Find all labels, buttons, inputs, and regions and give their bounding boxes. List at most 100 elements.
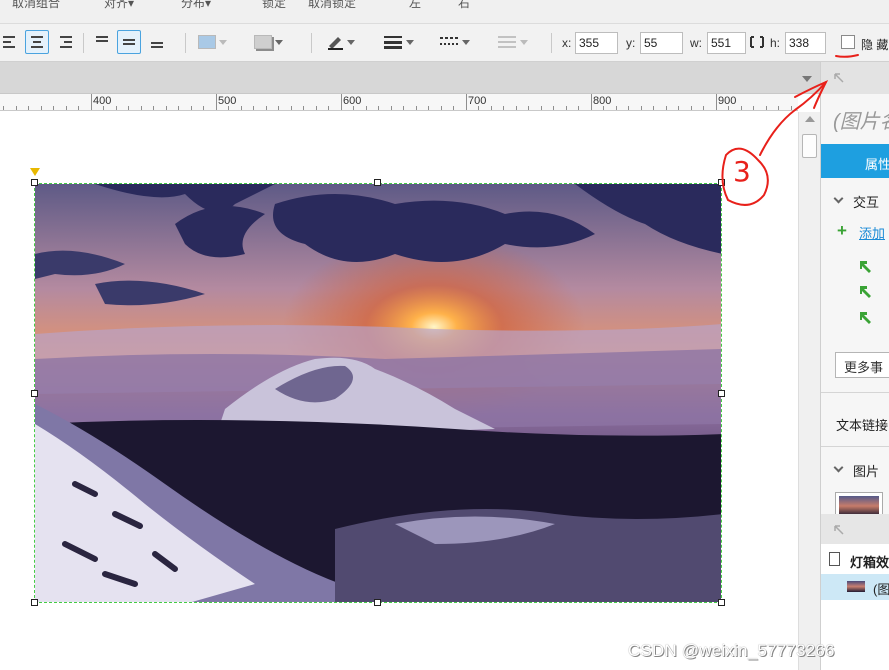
ruler-tick [65,106,67,110]
valign-middle-button[interactable] [117,30,141,54]
divider [821,446,889,447]
ruler-tick [90,94,92,110]
ruler-tick [765,106,767,110]
resize-handle-ne[interactable] [718,179,725,186]
resize-handle-n[interactable] [374,179,381,186]
menu-item-unlock[interactable]: 取消锁定 [308,0,356,11]
toolbar-divider [311,33,312,53]
ruler-tick [753,106,754,110]
add-icon[interactable]: + [837,221,847,241]
line-color-dropdown[interactable] [326,31,355,53]
menu-item-left[interactable]: 左 [409,0,421,11]
outline-page-name[interactable]: 灯箱效 [850,552,889,571]
mouse-enter-event-icon[interactable] [859,285,873,298]
collapse-arrow-icon[interactable] [833,72,845,84]
tab-properties-label: 属性 [865,157,889,172]
valign-top-button[interactable] [90,30,114,54]
tab-list-chevron-icon[interactable] [802,76,812,82]
align-right-button[interactable] [53,30,77,54]
fill-color-dropdown[interactable] [198,31,227,53]
chevron-down-icon[interactable] [833,462,844,473]
ruler-tick [665,106,667,110]
align-center-icon [30,36,44,48]
ruler-tick [265,106,267,110]
menu-item-lock[interactable]: 锁定 [262,0,286,11]
line-style-dropdown[interactable] [439,31,470,53]
ruler-tick [178,106,179,110]
resize-handle-nw[interactable] [31,179,38,186]
menu-item-distribute[interactable]: 分布▾ [181,0,211,11]
line-width-dropdown[interactable] [383,31,414,53]
collapse-arrow-icon[interactable] [833,524,845,536]
ruler-tick [190,106,192,110]
align-left-icon [3,36,17,48]
chevron-down-icon [275,39,283,45]
resize-handle-sw[interactable] [31,599,38,606]
menu-item-align[interactable]: 对齐▾ [104,0,134,11]
x-input[interactable] [575,32,618,54]
text-link-label[interactable]: 文本链接 [836,415,888,434]
ruler-tick [440,106,442,110]
ruler-tick [390,106,392,110]
canvas-vertical-scrollbar[interactable] [798,112,820,670]
align-center-button[interactable] [25,30,49,54]
ruler-tick [640,106,642,110]
ruler-tick [403,106,404,110]
y-input[interactable] [640,32,683,54]
chevron-down-icon[interactable] [833,193,844,204]
ruler-tick [153,106,154,110]
ruler-tick [715,94,717,110]
ruler-tick [278,106,279,110]
ruler-tick [128,106,129,110]
page-icon [829,552,840,566]
ruler-tick [165,106,167,110]
ruler-tick [140,106,142,110]
ruler-tick [315,106,317,110]
outline-selected-row[interactable]: (图 [821,574,889,600]
resize-handle-se[interactable] [718,599,725,606]
widget-name-field[interactable]: (图片名 [833,105,889,134]
ruler-tick [40,106,42,110]
menu-item-ungroup[interactable]: 取消组合 [12,0,60,11]
scrollbar-thumb[interactable] [802,134,817,158]
ruler-tick [253,106,254,110]
ruler-tick [740,106,742,110]
shadow-dropdown[interactable] [254,31,283,53]
add-case-link[interactable]: 添加 [859,223,885,242]
toolbar: x: y: w: h: 隐 藏 [0,24,889,62]
watermark: CSDN @weixin_57773266 [628,641,835,660]
ruler-tick [453,106,454,110]
toolbar-divider [185,33,186,53]
selected-image-widget[interactable] [34,183,722,603]
hide-checkbox[interactable] [841,35,855,49]
menu-strip: 取消组合 对齐▾ 分布▾ 锁定 取消锁定 左 右 [0,0,889,24]
w-input[interactable] [707,32,746,54]
arrow-style-dropdown[interactable] [497,31,528,53]
ruler-tick [28,106,29,110]
h-input[interactable] [785,32,826,54]
valign-bottom-button[interactable] [145,30,169,54]
more-events-button[interactable]: 更多事 [835,352,889,378]
mouse-leave-event-icon[interactable] [859,311,873,324]
ruler-tick [628,106,629,110]
valign-bottom-icon [150,36,164,48]
resize-handle-w[interactable] [31,390,38,397]
resize-handle-s[interactable] [374,599,381,606]
ruler-tick [3,106,4,110]
click-event-icon[interactable] [859,260,873,273]
rotation-anchor-icon[interactable] [30,168,40,176]
align-left-button[interactable] [0,30,22,54]
toolbar-divider [83,33,84,53]
tab-properties[interactable]: 属性 [821,144,889,178]
design-canvas[interactable] [0,112,798,670]
menu-item-right[interactable]: 右 [458,0,470,11]
y-label: y: [626,36,636,50]
line-style-icon [440,37,458,45]
resize-handle-e[interactable] [718,390,725,397]
ruler-tick [578,106,579,110]
handwritten-number: 3 [733,155,751,188]
toolbar-divider [551,33,552,53]
scroll-up-icon[interactable] [805,116,815,122]
ruler-tick [778,106,779,110]
aspect-lock-icon[interactable] [750,36,764,48]
